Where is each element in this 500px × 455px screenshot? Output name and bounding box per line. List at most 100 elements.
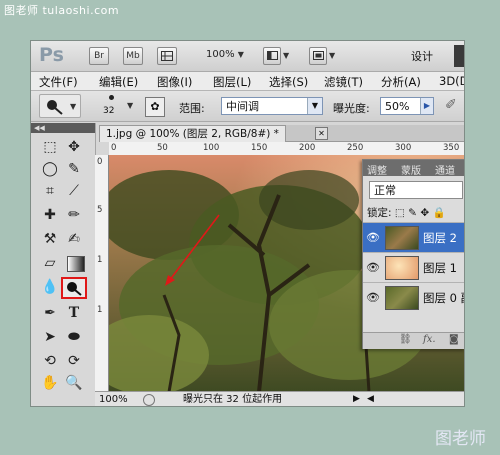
chevron-down-icon[interactable]: ▼ <box>283 51 289 60</box>
ruler-tick: 1 <box>97 255 103 265</box>
brush-panel-toggle[interactable]: ✿ <box>145 97 165 117</box>
menu-3d[interactable]: 3D(D) <box>439 74 464 88</box>
type-tool-icon[interactable]: T <box>63 303 85 323</box>
menu-bar: 文件(F) 编辑(E) 图像(I) 图层(L) 选择(S) 滤镜(T) 分析(A… <box>31 72 464 91</box>
menu-image[interactable]: 图像(I) <box>157 74 192 90</box>
ruler-tick: 150 <box>251 143 268 153</box>
hand-tool-icon[interactable]: ✋ <box>39 373 61 393</box>
marquee-tool-icon[interactable]: ⬚ <box>39 137 61 157</box>
ps-logo: Ps <box>39 44 64 66</box>
menu-analysis[interactable]: 分析(A) <box>381 74 421 90</box>
status-message: 曝光只在 32 位起作用 <box>183 394 283 405</box>
healing-brush-tool-icon[interactable]: ✚ <box>39 205 61 225</box>
zoom-tool-icon[interactable]: 🔍 <box>63 373 85 393</box>
chevron-down-icon[interactable]: ▼ <box>329 51 335 60</box>
tab-adjustments[interactable]: 调整 <box>367 162 387 177</box>
horizontal-ruler: 0 50 100 150 200 250 300 350 <box>109 142 464 156</box>
tools-panel-collapse[interactable]: ◀◀ <box>31 123 95 133</box>
layer-name: 图层 2 <box>423 231 457 245</box>
status-arrow-icon[interactable]: ▶ <box>353 392 360 406</box>
scroll-left-icon[interactable]: ◀ <box>367 392 374 406</box>
vertical-ruler: 0 5 1 1 <box>95 155 109 392</box>
move-tool-icon[interactable]: ✥ <box>63 137 85 157</box>
ruler-tick: 100 <box>203 143 220 153</box>
layers-footer: ⛓ fx. ◙ <box>363 332 464 349</box>
brush-panel-icon: ✿ <box>150 100 160 113</box>
ruler-tick: 200 <box>299 143 316 153</box>
blur-tool-icon[interactable]: 💧 <box>39 277 61 297</box>
workspace-essentials-button[interactable] <box>454 45 464 67</box>
brush-picker[interactable]: 32 ▼ <box>101 93 133 119</box>
layer-row[interactable]: 👁 图层 2 <box>363 222 464 252</box>
eyedropper-tool-icon[interactable]: ⟋ <box>63 181 85 201</box>
lock-position-icon[interactable]: ✥ <box>420 207 429 219</box>
tab-masks[interactable]: 蒙版 <box>401 162 421 177</box>
chevron-down-icon: ▼ <box>70 102 77 111</box>
3d-rotate-tool-icon[interactable]: ⟲ <box>39 351 61 371</box>
eye-icon[interactable]: 👁 <box>366 291 380 304</box>
eye-icon[interactable]: 👁 <box>366 231 380 244</box>
tool-preset-picker[interactable]: ▼ <box>39 94 81 118</box>
ruler-tick: 50 <box>157 143 168 153</box>
pen-tool-icon[interactable]: ✒ <box>39 303 61 323</box>
document-tab[interactable]: 1.jpg @ 100% (图层 2, RGB/8#) * <box>99 125 286 142</box>
sponge-tool-button[interactable] <box>61 277 87 299</box>
document-tab-bar: 1.jpg @ 100% (图层 2, RGB/8#) * ✕ <box>99 125 464 142</box>
ruler-tick: 1 <box>97 305 103 315</box>
layer-mask-icon[interactable]: ◙ <box>449 334 459 345</box>
layer-thumbnail <box>385 286 419 310</box>
eraser-tool-icon[interactable]: ▱ <box>39 253 61 273</box>
mini-bridge-button[interactable]: Mb <box>123 47 143 65</box>
watermark-top: 图老师 tulaoshi.com <box>4 4 120 17</box>
airbrush-icon[interactable]: ✐ <box>445 97 457 113</box>
arrange-documents-button[interactable] <box>263 47 281 65</box>
range-select[interactable]: 中间调 ▼ <box>221 97 323 115</box>
close-icon[interactable]: ✕ <box>315 127 328 140</box>
ruler-tick: 300 <box>395 143 412 153</box>
gradient-tool-icon[interactable] <box>67 256 85 272</box>
lock-row: 锁定: ⬚ ✎ ✥ 🔒 <box>367 205 446 220</box>
layer-row[interactable]: 👁 图层 1 <box>363 252 464 282</box>
quick-select-tool-icon[interactable]: ✎ <box>63 159 85 179</box>
link-layers-icon[interactable]: ⛓ <box>399 334 412 345</box>
menu-select[interactable]: 选择(S) <box>269 74 308 90</box>
chevron-down-icon: ▼ <box>307 98 322 114</box>
lock-pixels-icon[interactable]: ✎ <box>408 207 417 219</box>
arrange-icon <box>266 51 278 60</box>
lasso-tool-icon[interactable]: ◯ <box>39 159 61 179</box>
ellipse-tool-icon[interactable]: ⬬ <box>63 327 85 347</box>
ruler-tick: 0 <box>111 143 117 153</box>
workspace-switcher[interactable]: 设计 <box>411 48 433 64</box>
eye-icon[interactable]: 👁 <box>366 261 380 274</box>
layer-style-button[interactable]: fx. <box>423 334 436 345</box>
layer-row[interactable]: 👁 图层 0 副 <box>363 282 464 312</box>
menu-filter[interactable]: 滤镜(T) <box>324 74 363 90</box>
exposure-value: 50% <box>385 100 410 113</box>
exposure-label: 曝光度: <box>333 102 370 115</box>
layer-thumbnail <box>385 226 419 250</box>
blend-mode-select[interactable]: 正常 <box>369 181 463 199</box>
clone-stamp-tool-icon[interactable]: ⚒ <box>39 229 61 249</box>
menu-layer[interactable]: 图层(L) <box>213 74 251 90</box>
tab-channels[interactable]: 通道 <box>435 162 455 177</box>
3d-orbit-tool-icon[interactable]: ⟳ <box>63 351 85 371</box>
brush-tool-icon[interactable]: ✏ <box>63 205 85 225</box>
crop-tool-icon[interactable]: ⌗ <box>39 181 61 201</box>
status-info-icon[interactable] <box>143 394 155 406</box>
range-value: 中间调 <box>226 100 259 113</box>
status-zoom[interactable]: 100% <box>99 392 128 406</box>
view-extras-button[interactable] <box>157 47 177 65</box>
layer-thumbnail <box>385 256 419 280</box>
lock-transparent-icon[interactable]: ⬚ <box>395 207 405 219</box>
zoom-level-select[interactable]: 100% ▼ <box>206 49 244 60</box>
bridge-button[interactable]: Br <box>89 47 109 65</box>
brush-size: 32 <box>103 106 115 116</box>
menu-edit[interactable]: 编辑(E) <box>99 74 138 90</box>
exposure-input[interactable]: 50% ▶ <box>380 97 434 115</box>
path-select-tool-icon[interactable]: ➤ <box>39 327 61 347</box>
grid-icon <box>161 51 173 61</box>
history-brush-tool-icon[interactable]: ✍ <box>63 229 85 249</box>
menu-file[interactable]: 文件(F) <box>39 74 78 90</box>
lock-all-icon[interactable]: 🔒 <box>432 207 445 219</box>
screen-mode-button[interactable] <box>309 47 327 65</box>
